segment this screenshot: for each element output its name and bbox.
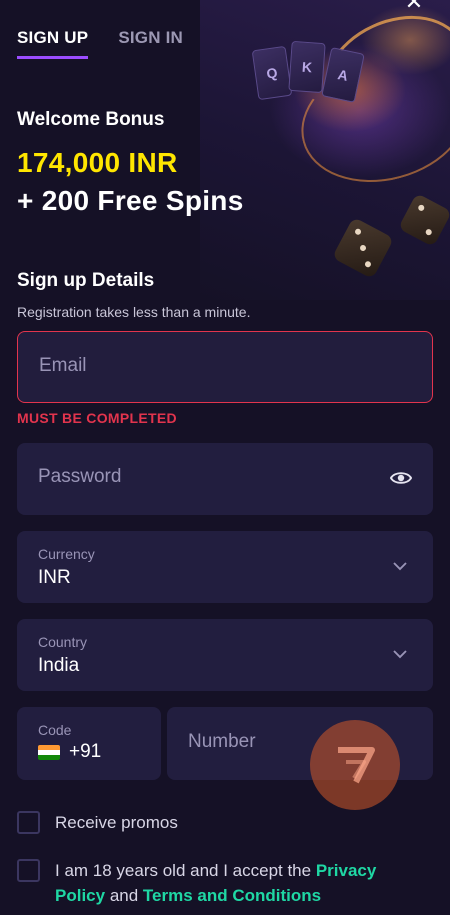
receive-promos-checkbox[interactable] <box>17 811 40 834</box>
phone-number-placeholder: Number <box>188 731 256 752</box>
chevron-down-icon <box>391 557 409 580</box>
dice-icon <box>331 216 395 280</box>
currency-select[interactable]: Currency INR <box>17 531 433 603</box>
eye-icon[interactable] <box>389 467 413 494</box>
playing-card-icon: Q <box>251 45 293 101</box>
chevron-down-icon <box>391 645 409 668</box>
auth-tabs: SIGN UP SIGN IN <box>17 28 183 59</box>
welcome-bonus-label: Welcome Bonus <box>17 109 165 130</box>
dice-icon <box>397 192 450 248</box>
tab-sign-up[interactable]: SIGN UP <box>17 28 89 59</box>
tab-sign-in[interactable]: SIGN IN <box>118 28 183 59</box>
signup-section-title: Sign up Details <box>17 270 155 291</box>
close-icon[interactable]: ✕ <box>404 0 424 13</box>
terms-conjunction: and <box>105 886 143 905</box>
password-field[interactable]: Password <box>17 443 433 515</box>
email-placeholder: Email <box>39 355 87 376</box>
currency-value: INR <box>38 567 71 588</box>
playing-card-icon: K <box>288 40 326 94</box>
password-placeholder: Password <box>38 466 122 487</box>
signup-section-subtitle: Registration takes less than a minute. <box>17 304 251 320</box>
currency-label: Currency <box>38 546 95 562</box>
receive-promos-label: Receive promos <box>55 813 178 832</box>
phone-code-label: Code <box>38 722 72 738</box>
hero-illustration: Q K A <box>200 0 450 300</box>
email-error-message: MUST BE COMPLETED <box>17 410 177 426</box>
phone-code-value: +91 <box>69 741 102 762</box>
country-select[interactable]: Country India <box>17 619 433 691</box>
phone-code-select[interactable]: Code +91 <box>17 707 161 780</box>
country-label: Country <box>38 634 88 650</box>
country-value: India <box>38 655 80 676</box>
terms-and-conditions-link[interactable]: Terms and Conditions <box>143 886 321 905</box>
terms-prefix: I am 18 years old and I accept the <box>55 861 316 880</box>
india-flag-icon <box>38 745 60 760</box>
terms-label: I am 18 years old and I accept the Priva… <box>55 858 415 908</box>
terms-checkbox[interactable] <box>17 859 40 882</box>
email-field[interactable]: Email <box>17 331 433 403</box>
bonus-amount: 174,000 INR <box>17 147 178 178</box>
floating-logo-button[interactable] <box>310 720 400 810</box>
brand-logo-icon <box>338 747 375 784</box>
bonus-free-spins: + 200 Free Spins <box>17 185 244 216</box>
